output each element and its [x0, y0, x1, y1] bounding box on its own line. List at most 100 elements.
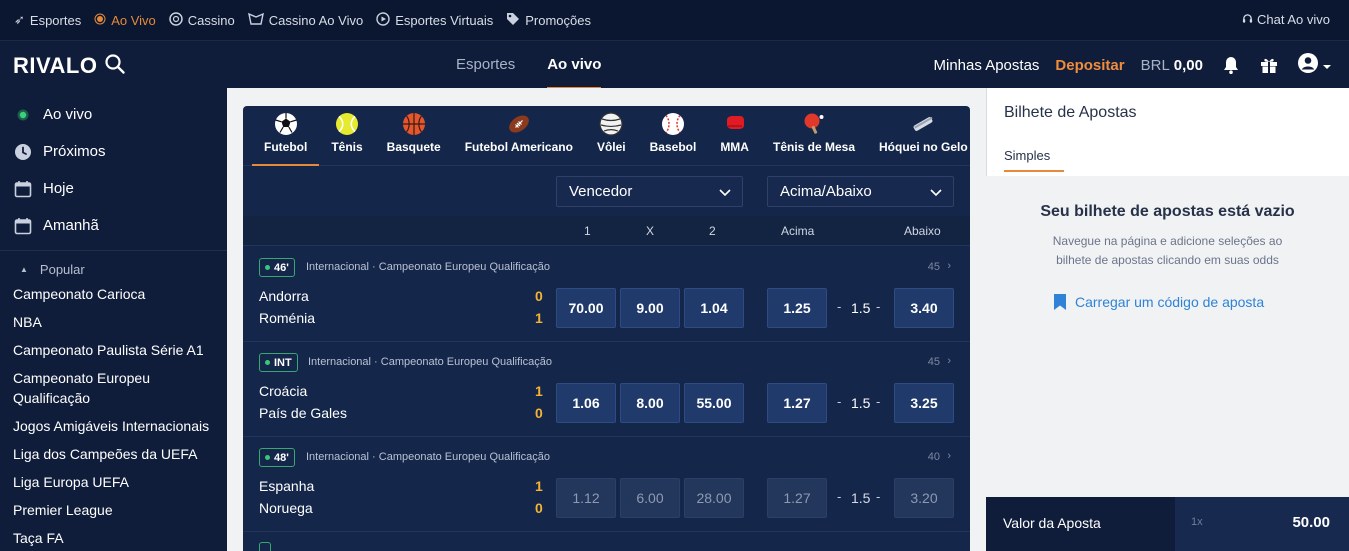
sidebar-league-item[interactable]: Campeonato Paulista Série A1: [0, 340, 227, 360]
sidebar-item-amanha[interactable]: Amanhã: [0, 207, 227, 244]
live-dot-icon: [14, 106, 32, 124]
odd-button-acima[interactable]: 1.27: [767, 478, 827, 518]
col-header-2: 2: [709, 224, 716, 238]
odd-button-abaixo[interactable]: 3.20: [894, 478, 954, 518]
sidebar-league-item[interactable]: Taça FA: [0, 528, 227, 548]
sidebar-item-proximos[interactable]: Próximos: [0, 133, 227, 170]
chevron-right-icon[interactable]: ›: [947, 450, 951, 462]
table-tennis-icon: [804, 113, 824, 134]
sidebar-item-ao-vivo[interactable]: Ao vivo: [0, 96, 227, 133]
load-bet-code-link[interactable]: Carregar um código de aposta: [1053, 293, 1264, 311]
chat-ao-vivo-link[interactable]: Chat Ao vivo: [1242, 12, 1330, 27]
sport-tab-basebol[interactable]: Basebol: [638, 106, 709, 166]
sidebar-league-item[interactable]: Jogos Amigáveis Internacionais: [0, 416, 227, 436]
stake-value: 50.00: [1292, 514, 1330, 531]
odd-button-x[interactable]: 9.00: [620, 288, 680, 328]
bookmark-icon: [1054, 294, 1066, 310]
odd-button-x[interactable]: 6.00: [620, 478, 680, 518]
sidebar-league-item[interactable]: Campeonato Carioca: [0, 284, 227, 304]
topbar-esportes-virtuais[interactable]: Esportes Virtuais: [376, 11, 493, 29]
topbar-ao-vivo[interactable]: Ao Vivo: [94, 13, 156, 28]
popular-toggle[interactable]: ▲ Popular: [0, 254, 227, 284]
basketball-icon: [402, 113, 425, 135]
more-markets-count[interactable]: 40: [928, 451, 940, 463]
more-markets-count[interactable]: 45: [928, 261, 940, 273]
balance-value: 0,00: [1173, 56, 1203, 74]
col-header-x: X: [646, 224, 655, 238]
chevron-right-icon[interactable]: ›: [947, 260, 951, 272]
sidebar-league-item[interactable]: Premier League: [0, 500, 227, 520]
nav-tab-ao-vivo[interactable]: Ao vivo: [531, 41, 617, 89]
odd-button-1[interactable]: 1.06: [556, 383, 616, 423]
sidebar-league-item[interactable]: Campeonato Europeu Qualificação: [0, 368, 170, 408]
market-select-acima-abaixo[interactable]: Acima/Abaixo: [767, 176, 954, 207]
sidebar-item-hoje[interactable]: Hoje: [0, 170, 227, 207]
home-team[interactable]: Andorra: [259, 288, 309, 304]
odd-button-2[interactable]: 55.00: [684, 383, 744, 423]
sidebar-league-item[interactable]: NBA: [0, 312, 227, 332]
bell-icon[interactable]: [1221, 55, 1241, 75]
sidebar-divider: [0, 250, 227, 251]
user-menu[interactable]: [1297, 52, 1331, 78]
sport-tab-volei[interactable]: Vôlei: [585, 106, 638, 166]
sport-tab-futebol[interactable]: Futebol: [252, 106, 320, 166]
casino-chip-icon: [169, 11, 183, 29]
topbar-cassino-ao-vivo[interactable]: Cassino Ao Vivo: [247, 12, 363, 29]
nav-tab-esportes[interactable]: Esportes: [440, 41, 531, 89]
depositar-button[interactable]: Depositar: [1055, 57, 1124, 74]
match-time-badge: INT: [259, 353, 298, 372]
gift-icon[interactable]: [1259, 55, 1279, 75]
odd-button-2[interactable]: 28.00: [684, 478, 744, 518]
topbar-promocoes[interactable]: Promoções: [506, 12, 591, 29]
left-sidebar: Ao vivo Próximos Hoje Amanhã ▲ Popular C…: [0, 88, 227, 551]
home-score: 0: [535, 288, 543, 304]
home-team[interactable]: Croácia: [259, 383, 307, 399]
tab-simples[interactable]: Simples: [1004, 148, 1065, 172]
sidebar-league-item[interactable]: Liga Europa UEFA: [0, 472, 227, 492]
sport-tab-hoquei-no-gelo[interactable]: Hóquei no Gelo: [867, 106, 970, 166]
sport-tab-basquete[interactable]: Basquete: [375, 106, 453, 166]
volleyball-icon: [599, 112, 623, 136]
mma-glove-icon: [726, 116, 744, 129]
away-team[interactable]: Roménia: [259, 310, 315, 326]
odd-button-abaixo[interactable]: 3.40: [894, 288, 954, 328]
calendar-icon: [14, 217, 32, 235]
stake-input[interactable]: 1x 50.00: [1175, 497, 1349, 551]
away-team[interactable]: Noruega: [259, 500, 313, 516]
sport-tab-tenis[interactable]: Tênis: [319, 106, 374, 166]
sport-tab-futebol-americano[interactable]: Futebol Americano: [453, 106, 585, 166]
market-select-vencedor[interactable]: Vencedor: [556, 176, 743, 207]
headset-icon: [1242, 13, 1253, 27]
ice-hockey-icon: [913, 116, 933, 131]
away-score: 0: [535, 500, 543, 516]
odd-button-1[interactable]: 70.00: [556, 288, 616, 328]
odd-button-x[interactable]: 8.00: [620, 383, 680, 423]
odd-button-2[interactable]: 1.04: [684, 288, 744, 328]
col-header-abaixo: Abaixo: [904, 224, 941, 238]
minhas-apostas-link[interactable]: Minhas Apostas: [934, 57, 1040, 74]
away-team[interactable]: País de Gales: [259, 405, 347, 421]
home-team[interactable]: Espanha: [259, 478, 314, 494]
rivalo-logo[interactable]: RIVALO: [13, 53, 97, 79]
odd-button-1[interactable]: 1.12: [556, 478, 616, 518]
soccer-ball-icon: [274, 113, 297, 135]
live-casino-icon: [247, 12, 264, 29]
sport-tab-tenis-de-mesa[interactable]: Tênis de Mesa: [761, 106, 867, 166]
tag-icon: [506, 12, 520, 29]
col-header-acima: Acima: [781, 224, 815, 238]
topbar-esportes[interactable]: ➶ Esportes: [14, 12, 81, 28]
more-markets-count[interactable]: 45: [928, 356, 940, 368]
sidebar-league-item[interactable]: Liga dos Campeões da UEFA: [0, 444, 227, 464]
sports-icon: ➶: [14, 12, 25, 27]
odd-button-acima[interactable]: 1.25: [767, 288, 827, 328]
chevron-right-icon[interactable]: ›: [947, 355, 951, 367]
betslip-title: Bilhete de Apostas: [1004, 104, 1137, 121]
live-dot-icon: [265, 360, 270, 365]
odd-button-abaixo[interactable]: 3.25: [894, 383, 954, 423]
match-time-badge: 48': [259, 448, 295, 467]
odds-column-headers: 1 X 2 Acima Abaixo: [243, 216, 970, 246]
search-icon[interactable]: [104, 53, 126, 75]
topbar-cassino[interactable]: Cassino: [169, 11, 235, 29]
odd-button-acima[interactable]: 1.27: [767, 383, 827, 423]
sport-tab-mma[interactable]: MMA: [708, 106, 761, 166]
